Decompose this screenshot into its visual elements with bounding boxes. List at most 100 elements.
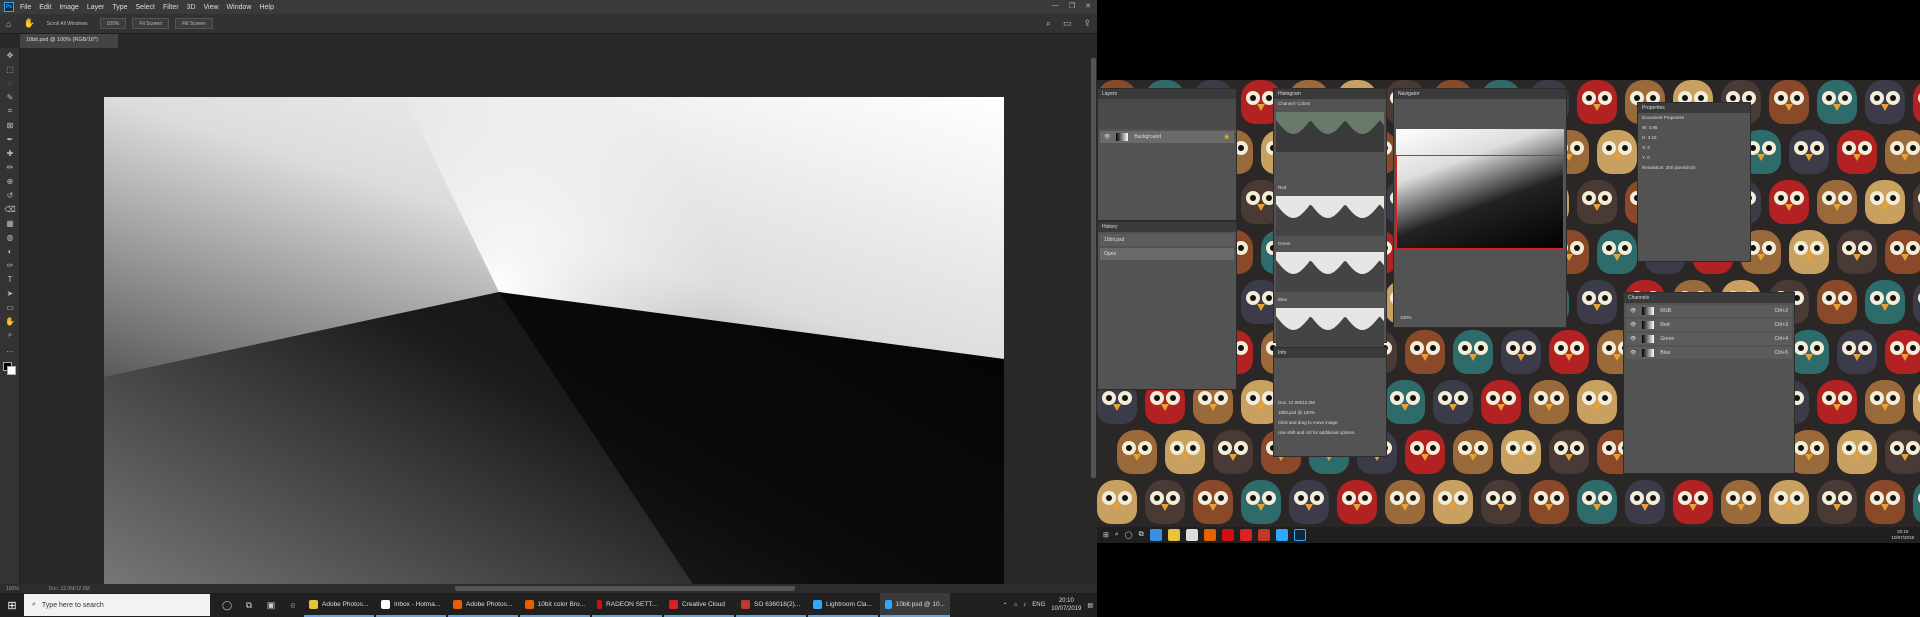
photoshop-icon[interactable] — [1293, 529, 1306, 541]
radeon-icon[interactable] — [1221, 529, 1234, 541]
clock[interactable]: 20:10 10/07/2019 — [1891, 529, 1914, 541]
horizontal-scrollbar[interactable] — [455, 586, 795, 591]
edge-icon[interactable] — [1149, 529, 1162, 541]
eye-icon[interactable]: 👁 — [1104, 134, 1110, 140]
dodge-icon[interactable]: ◐ — [0, 244, 20, 258]
navigator-zoom[interactable]: 100% — [1396, 313, 1416, 323]
hand-icon[interactable]: ✋ — [0, 314, 20, 328]
volume-icon[interactable]: ♪ — [1023, 602, 1026, 608]
close-icon[interactable]: ✕ — [1085, 2, 1091, 10]
blur-icon[interactable]: ◍ — [0, 230, 20, 244]
windows-start-icon[interactable]: ⊞ — [0, 593, 24, 617]
show-hidden-icon[interactable]: ⌃ — [1003, 602, 1008, 609]
prop-x[interactable]: X: 0 — [1638, 143, 1750, 153]
explorer-icon[interactable] — [1167, 529, 1180, 541]
taskbar-app[interactable]: RADEON SETT... — [592, 593, 662, 617]
type-icon[interactable]: T — [0, 272, 20, 286]
windows-start-icon[interactable]: ⊞ — [1103, 531, 1109, 539]
taskbar-app[interactable]: 10bit.psd @ 10... — [880, 593, 950, 617]
cortana-icon[interactable]: ◯ — [1125, 531, 1133, 539]
channel-row[interactable]: 👁 RGB Ctrl+2 — [1626, 305, 1792, 317]
taskbar-app[interactable]: 10bit color Bro... — [520, 593, 590, 617]
history-brush-icon[interactable]: ↺ — [0, 188, 20, 202]
channel-row[interactable]: 👁 Blue Ctrl+5 — [1626, 347, 1792, 359]
menu-select[interactable]: Select — [136, 4, 155, 11]
home-icon[interactable]: ⌂ — [6, 19, 11, 29]
move-icon[interactable]: ✥ — [0, 48, 20, 62]
brush-icon[interactable]: ✏ — [0, 160, 20, 174]
taskbar-app[interactable]: Creative Cloud — [664, 593, 734, 617]
taskbar-app[interactable]: Inbox - Hotma... — [376, 593, 446, 617]
clock[interactable]: 20:10 10/07/2019 — [1051, 597, 1081, 613]
zoom-100-button[interactable]: 100% — [99, 18, 127, 29]
histogram-channel[interactable]: Channel: Colors — [1274, 99, 1386, 109]
notifications-icon[interactable]: ▤ — [1087, 602, 1093, 609]
prop-y[interactable]: Y: 0 — [1638, 153, 1750, 163]
pen-icon[interactable]: ✑ — [0, 258, 20, 272]
menu-type[interactable]: Type — [112, 4, 127, 11]
channel-row[interactable]: 👁 Red Ctrl+3 — [1626, 319, 1792, 331]
eye-icon[interactable]: 👁 — [1630, 322, 1636, 328]
history-open[interactable]: Open — [1100, 248, 1234, 260]
hand-tool-icon[interactable]: ✋ — [23, 18, 34, 29]
gradient-icon[interactable]: ▦ — [0, 216, 20, 230]
minimize-icon[interactable]: — — [1052, 2, 1059, 10]
status-zoom[interactable]: 100% — [6, 586, 19, 592]
marquee-icon[interactable]: ⬚ — [0, 62, 20, 76]
taskbar-app[interactable]: SO 636018(2)... — [736, 593, 806, 617]
menu-edit[interactable]: Edit — [39, 4, 51, 11]
zoom-icon[interactable]: ⌕ — [0, 328, 20, 342]
vertical-scrollbar[interactable] — [1090, 48, 1097, 584]
store-icon[interactable]: ▣ — [260, 600, 282, 611]
fit-screen-button[interactable]: Fit Screen — [132, 18, 170, 29]
eye-icon[interactable]: 👁 — [1630, 308, 1636, 314]
fill-screen-button[interactable]: Fill Screen — [175, 18, 213, 29]
scroll-all-checkbox[interactable]: Scroll All Windows — [41, 18, 94, 29]
workspace-icon[interactable]: ▭ — [1063, 18, 1072, 29]
menu-help[interactable]: Help — [259, 4, 273, 11]
menu-filter[interactable]: Filter — [163, 4, 179, 11]
taskbar-app[interactable]: Adobe Photos... — [304, 593, 374, 617]
eye-icon[interactable]: 👁 — [1630, 350, 1636, 356]
eye-icon[interactable]: 👁 — [1630, 336, 1636, 342]
edge-icon[interactable]: e — [282, 600, 304, 610]
taskbar-app[interactable]: Adobe Photos... — [448, 593, 518, 617]
pdf-icon[interactable] — [1257, 529, 1270, 541]
restore-icon[interactable]: ❐ — [1069, 2, 1075, 10]
eraser-icon[interactable]: ⌫ — [0, 202, 20, 216]
menu-layer[interactable]: Layer — [87, 4, 105, 11]
creative-cloud-icon[interactable] — [1239, 529, 1252, 541]
channel-row[interactable]: 👁 Green Ctrl+4 — [1626, 333, 1792, 345]
color-swatches[interactable] — [3, 362, 16, 375]
language-indicator[interactable]: ENG — [1032, 602, 1045, 608]
document-tab[interactable]: 10bit.psd @ 100% (RGB/16*) — [20, 34, 118, 48]
path-select-icon[interactable]: ➤ — [0, 286, 20, 300]
search-icon[interactable]: ⌕ — [1046, 18, 1051, 29]
navigator-preview[interactable] — [1396, 129, 1564, 249]
share-icon[interactable]: ⇪ — [1083, 18, 1091, 29]
document-canvas[interactable] — [104, 97, 1004, 601]
navigator-view-box[interactable] — [1396, 155, 1564, 249]
healing-icon[interactable]: ✚ — [0, 146, 20, 160]
taskbar-search[interactable]: ⌕ Type here to search — [24, 594, 210, 616]
history-snapshot[interactable]: 10bit.psd — [1100, 234, 1234, 246]
menu-image[interactable]: Image — [59, 4, 78, 11]
task-view-icon[interactable]: ⧉ — [238, 600, 260, 611]
menu-view[interactable]: View — [204, 4, 219, 11]
rectangle-icon[interactable]: ▭ — [0, 300, 20, 314]
eyedropper-icon[interactable]: ✒ — [0, 132, 20, 146]
canvas-area[interactable] — [20, 48, 1090, 601]
lasso-icon[interactable]: ◌ — [0, 76, 20, 90]
network-icon[interactable]: ⌂ — [1014, 602, 1018, 608]
lightroom-icon[interactable] — [1275, 529, 1288, 541]
prop-w[interactable]: W: 4.95 — [1638, 123, 1750, 133]
firefox-icon[interactable] — [1203, 529, 1216, 541]
stamp-icon[interactable]: ⊕ — [0, 174, 20, 188]
layer-row-background[interactable]: 👁 Background 🔒 — [1100, 131, 1234, 143]
taskbar-app[interactable]: Lightroom Cla... — [808, 593, 878, 617]
menu-window[interactable]: Window — [227, 4, 252, 11]
frame-icon[interactable]: ⊠ — [0, 118, 20, 132]
prop-h[interactable]: H: 3.16 — [1638, 133, 1750, 143]
menu-3d[interactable]: 3D — [187, 4, 196, 11]
quick-select-icon[interactable]: ✎ — [0, 90, 20, 104]
